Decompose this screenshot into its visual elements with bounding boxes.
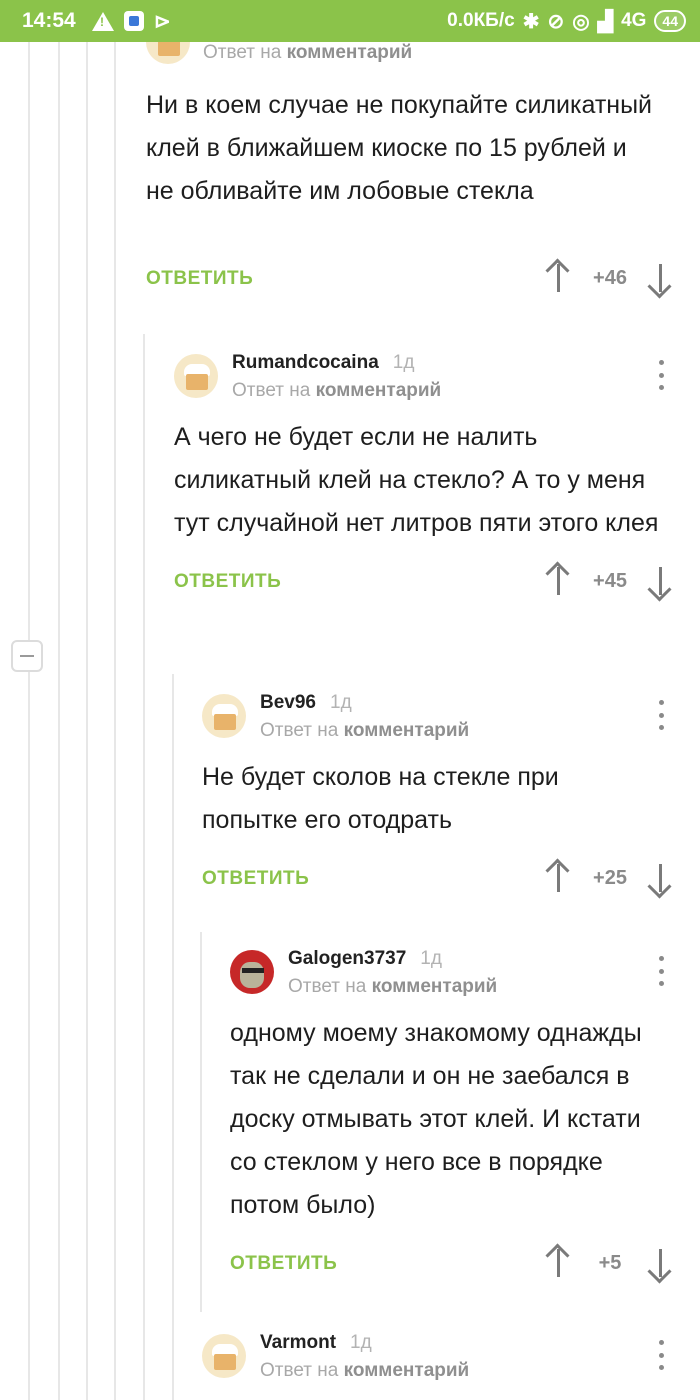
comment-time: 1д xyxy=(330,692,352,713)
upvote-icon[interactable] xyxy=(545,561,572,599)
vote-count: +45 xyxy=(593,570,627,592)
app-notification-icon xyxy=(124,11,144,31)
status-time: 14:54 xyxy=(22,9,76,32)
downvote-icon[interactable] xyxy=(647,1245,674,1284)
reply-to-line: Ответ на комментарий xyxy=(260,720,470,741)
reply-target-link[interactable]: комментарий xyxy=(287,42,413,63)
play-store-icon: ⊳ xyxy=(154,10,171,33)
downvote-icon[interactable] xyxy=(647,563,674,602)
thread-line xyxy=(28,42,30,1400)
comment-header: Varmont 1д Ответ на комментарий xyxy=(202,1330,674,1384)
reply-target-link[interactable]: комментарий xyxy=(344,1360,470,1381)
comment-text: Ни в коем случае не покупайте силикатный… xyxy=(146,91,653,205)
signal-icon: ▟ xyxy=(597,10,614,33)
more-options-icon[interactable] xyxy=(658,956,664,986)
comment-text: А чего не будет если не налить силикатны… xyxy=(174,423,659,537)
thread-line xyxy=(200,932,202,1312)
avatar[interactable] xyxy=(202,1334,246,1378)
network-type: 4G xyxy=(621,10,647,31)
thread-line xyxy=(143,334,145,1400)
reply-button[interactable]: ОТВЕТИТЬ xyxy=(230,1253,337,1275)
avatar[interactable] xyxy=(202,694,246,738)
vote-count: +46 xyxy=(593,267,627,289)
reply-to-line: Ответ на комментарий xyxy=(203,42,413,63)
comment: Bev96 1д Ответ на комментарий Не будет ск… xyxy=(202,690,674,906)
collapse-thread-button[interactable] xyxy=(11,640,43,672)
vote-count: +5 xyxy=(598,1252,622,1274)
comment-author[interactable]: Varmont 1д xyxy=(260,1332,372,1354)
upvote-icon[interactable] xyxy=(545,858,572,896)
avatar[interactable] xyxy=(230,950,274,994)
comment-header: Rumandcocaina 1д Ответ на комментарий xyxy=(174,350,674,404)
status-notifications: ⊳ xyxy=(92,8,171,34)
network-speed: 0.0КБ/с xyxy=(447,10,515,31)
status-bar: 14:54 ⊳ 0.0КБ/с ✱ ⊘ ◎ ▟ 4G 44 xyxy=(0,0,700,42)
vote-count: +25 xyxy=(593,867,627,889)
mute-icon: ⊘ xyxy=(547,10,565,33)
comment-header: Bev96 1д Ответ на комментарий xyxy=(202,690,674,744)
reply-target-link[interactable]: комментарий xyxy=(372,976,498,997)
comment-text: одному моему знакомому однажды так не сд… xyxy=(230,1019,642,1219)
comment-header: Galogen3737 1д Ответ на комментарий xyxy=(230,946,674,1000)
comment-actions: ОТВЕТИТЬ +25 xyxy=(202,858,674,906)
alarm-icon: ◎ xyxy=(572,10,590,33)
comment-author[interactable]: Galogen3737 1д xyxy=(288,948,442,970)
reply-button[interactable]: ОТВЕТИТЬ xyxy=(202,868,309,890)
reply-to-line: Ответ на комментарий xyxy=(232,380,442,401)
bluetooth-icon: ✱ xyxy=(522,10,540,33)
reply-to-line: Ответ на комментарий xyxy=(260,1360,470,1381)
comment-text: Не будет сколов на стекле при попытке ег… xyxy=(202,763,559,834)
thread-line xyxy=(58,42,60,1400)
more-options-icon[interactable] xyxy=(658,360,664,390)
comment: Galogen3737 1д Ответ на комментарий одном… xyxy=(230,946,674,1291)
comment-actions: ОТВЕТИТЬ +45 xyxy=(174,561,674,609)
comment-time: 1д xyxy=(350,1332,372,1353)
comment-author[interactable]: Rumandcocaina 1д xyxy=(232,352,414,374)
thread-line xyxy=(86,42,88,1400)
battery-icon: 44 xyxy=(654,10,686,32)
comment: Rumandcocaina 1д Ответ на комментарий А ч… xyxy=(174,350,674,609)
avatar[interactable] xyxy=(174,354,218,398)
thread-line xyxy=(114,42,116,1400)
upvote-icon[interactable] xyxy=(545,1243,572,1281)
reply-target-link[interactable]: комментарий xyxy=(316,380,442,401)
comment-time: 1д xyxy=(392,352,415,373)
reply-button[interactable]: ОТВЕТИТЬ xyxy=(146,268,253,290)
comment: Varmont 1д Ответ на комментарий xyxy=(202,1330,674,1384)
downvote-icon[interactable] xyxy=(647,260,674,299)
reply-to-line: Ответ на комментарий xyxy=(288,976,498,997)
reply-target-link[interactable]: комментарий xyxy=(344,720,470,741)
downvote-icon[interactable] xyxy=(647,860,674,899)
comment-time: 1д xyxy=(420,948,442,969)
more-options-icon[interactable] xyxy=(658,1340,664,1370)
comment-actions: ОТВЕТИТЬ +46 xyxy=(146,258,676,306)
reply-button[interactable]: ОТВЕТИТЬ xyxy=(174,571,281,593)
warning-icon xyxy=(92,11,114,31)
thread-line xyxy=(172,674,174,1400)
comments-screen: 14:54 ⊳ 0.0КБ/с ✱ ⊘ ◎ ▟ 4G 44 Ответ на к… xyxy=(0,0,700,1400)
status-system-icons: 0.0КБ/с ✱ ⊘ ◎ ▟ 4G 44 xyxy=(447,8,686,34)
comment-author[interactable]: Bev96 1д xyxy=(260,692,352,714)
comment-actions: ОТВЕТИТЬ +5 xyxy=(230,1243,674,1291)
upvote-icon[interactable] xyxy=(545,258,572,296)
more-options-icon[interactable] xyxy=(658,700,664,730)
